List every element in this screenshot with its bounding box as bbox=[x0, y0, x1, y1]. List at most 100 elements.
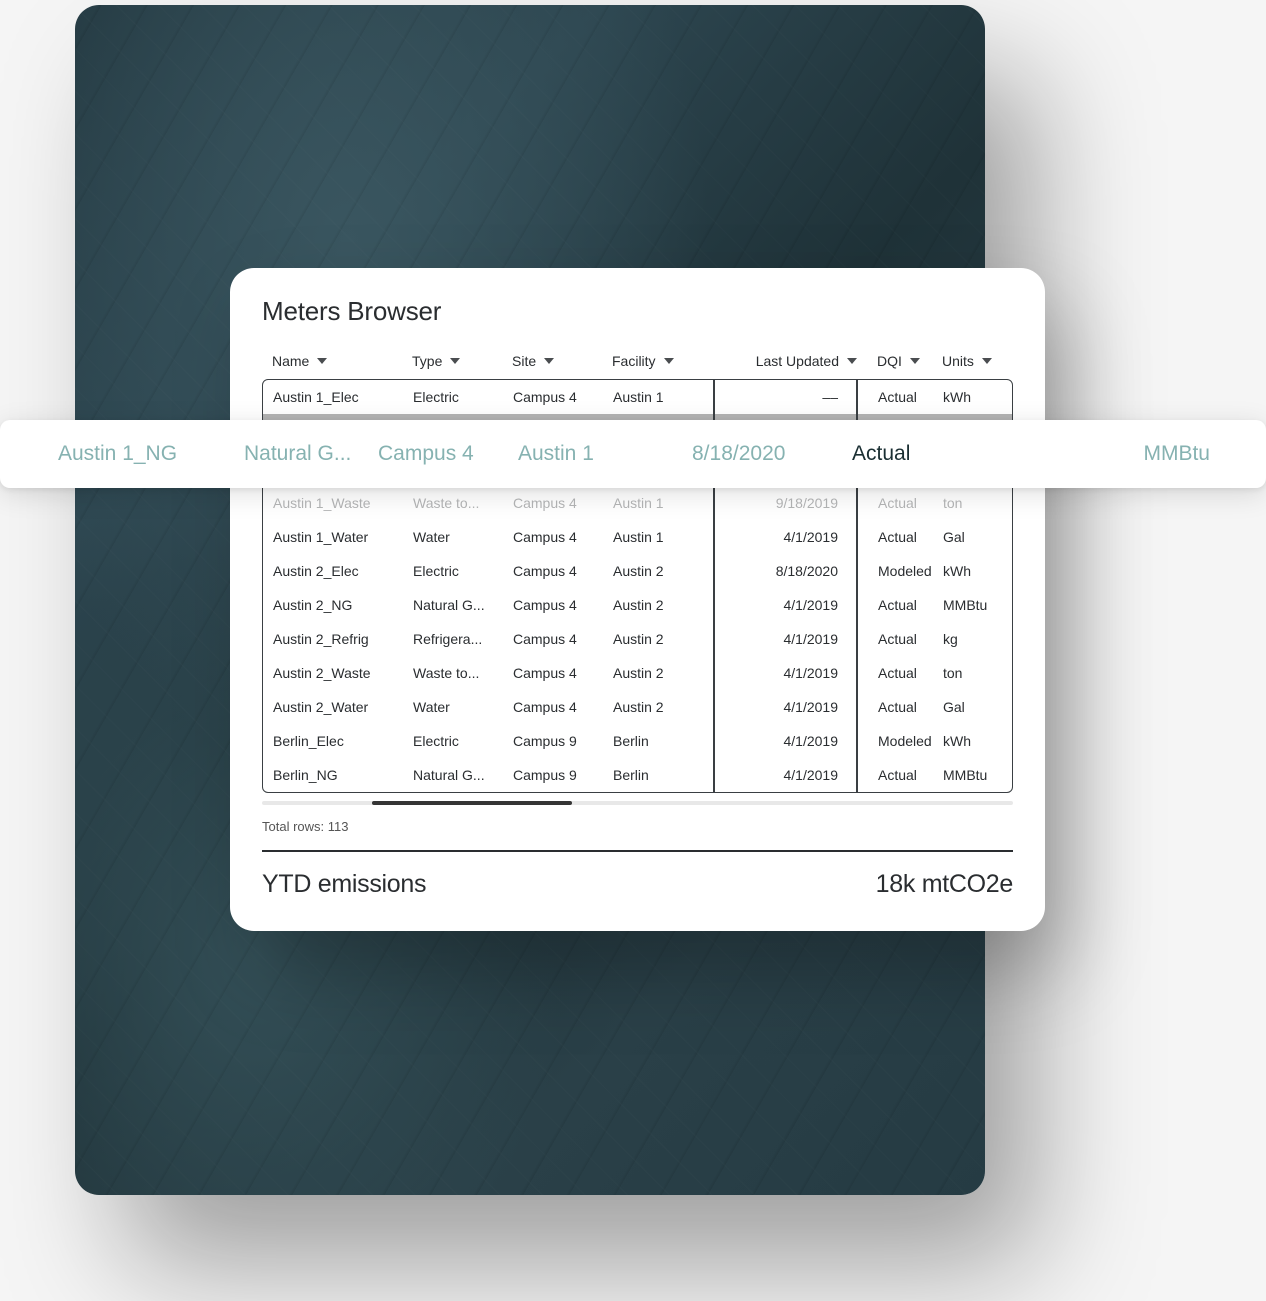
column-header-name[interactable]: Name bbox=[272, 353, 412, 369]
caret-down-icon bbox=[544, 358, 554, 364]
column-header-facility[interactable]: Facility bbox=[612, 353, 712, 369]
cell-name: Austin 2_Waste bbox=[273, 665, 413, 681]
column-header-units[interactable]: Units bbox=[942, 353, 1022, 369]
caret-down-icon bbox=[317, 358, 327, 364]
cell-units: kWh bbox=[943, 389, 1013, 405]
cell-units: kWh bbox=[943, 733, 1013, 749]
cell-dqi: Actual bbox=[858, 529, 943, 545]
cell-date: 4/1/2019 bbox=[713, 699, 858, 715]
cell-dqi: Actual bbox=[858, 495, 943, 511]
column-header-site[interactable]: Site bbox=[512, 353, 612, 369]
table-row[interactable]: Austin 2_NG Natural G... Campus 4 Austin… bbox=[263, 588, 1012, 622]
cell-facility: Austin 2 bbox=[613, 631, 713, 647]
cell-facility: Austin 2 bbox=[613, 665, 713, 681]
cell-site: Campus 4 bbox=[513, 665, 613, 681]
cell-name: Austin 1_Elec bbox=[273, 389, 413, 405]
highlight-site: Campus 4 bbox=[378, 442, 518, 466]
cell-dqi: Actual bbox=[858, 389, 943, 405]
cell-units: Gal bbox=[943, 699, 1013, 715]
cell-type: Water bbox=[413, 699, 513, 715]
caret-down-icon bbox=[910, 358, 920, 364]
highlight-units: MMBtu bbox=[962, 442, 1210, 466]
table-row[interactable]: Austin 1_Elec Electric Campus 4 Austin 1… bbox=[263, 380, 1012, 414]
column-label: Units bbox=[942, 353, 974, 369]
caret-down-icon bbox=[982, 358, 992, 364]
highlight-type: Natural G... bbox=[244, 442, 378, 466]
cell-type: Natural G... bbox=[413, 767, 513, 783]
column-label: DQI bbox=[877, 353, 902, 369]
cell-dqi: Actual bbox=[858, 631, 943, 647]
cell-dqi: Modeled bbox=[858, 563, 943, 579]
cell-type: Natural G... bbox=[413, 597, 513, 613]
cell-units: kg bbox=[943, 631, 1013, 647]
cell-name: Austin 2_Elec bbox=[273, 563, 413, 579]
table-row[interactable]: Austin 2_Refrig Refrigera... Campus 4 Au… bbox=[263, 622, 1012, 656]
cell-site: Campus 4 bbox=[513, 389, 613, 405]
cell-name: Austin 1_Waste bbox=[273, 495, 413, 511]
cell-date: 4/1/2019 bbox=[713, 665, 858, 681]
column-label: Name bbox=[272, 353, 309, 369]
cell-type: Electric bbox=[413, 733, 513, 749]
highlight-dqi: Actual bbox=[852, 442, 962, 466]
cell-site: Campus 9 bbox=[513, 767, 613, 783]
cell-type: Waste to... bbox=[413, 495, 513, 511]
cell-units: MMBtu bbox=[943, 767, 1013, 783]
highlighted-row-overlay[interactable]: Austin 1_NG Natural G... Campus 4 Austin… bbox=[0, 420, 1266, 488]
table-row[interactable]: Austin 1_Water Water Campus 4 Austin 1 4… bbox=[263, 520, 1012, 554]
cell-site: Campus 9 bbox=[513, 733, 613, 749]
cell-date: –– bbox=[713, 389, 858, 405]
column-header-last-updated[interactable]: Last Updated bbox=[712, 353, 857, 369]
column-header-dqi[interactable]: DQI bbox=[857, 353, 942, 369]
cell-dqi: Modeled bbox=[858, 733, 943, 749]
column-label: Facility bbox=[612, 353, 656, 369]
table-row[interactable]: Austin 2_Elec Electric Campus 4 Austin 2… bbox=[263, 554, 1012, 588]
table-row[interactable]: Berlin_NG Natural G... Campus 9 Berlin 4… bbox=[263, 758, 1012, 792]
cell-type: Electric bbox=[413, 563, 513, 579]
cell-type: Water bbox=[413, 529, 513, 545]
cell-facility: Austin 2 bbox=[613, 597, 713, 613]
cell-site: Campus 4 bbox=[513, 699, 613, 715]
footer-summary: YTD emissions 18k mtCO2e bbox=[262, 870, 1013, 899]
cell-date: 4/1/2019 bbox=[713, 733, 858, 749]
caret-down-icon bbox=[664, 358, 674, 364]
cell-date: 8/18/2020 bbox=[713, 563, 858, 579]
horizontal-scrollbar[interactable] bbox=[262, 801, 1013, 805]
column-header-type[interactable]: Type bbox=[412, 353, 512, 369]
cell-date: 4/1/2019 bbox=[713, 767, 858, 783]
caret-down-icon bbox=[450, 358, 460, 364]
cell-name: Austin 2_NG bbox=[273, 597, 413, 613]
cell-site: Campus 4 bbox=[513, 529, 613, 545]
column-label: Type bbox=[412, 353, 442, 369]
table-row[interactable]: Berlin_Elec Electric Campus 9 Berlin 4/1… bbox=[263, 724, 1012, 758]
cell-facility: Austin 2 bbox=[613, 563, 713, 579]
cell-date: 4/1/2019 bbox=[713, 597, 858, 613]
cell-facility: Austin 1 bbox=[613, 495, 713, 511]
cell-type: Electric bbox=[413, 389, 513, 405]
cell-units: ton bbox=[943, 495, 1013, 511]
cell-dqi: Actual bbox=[858, 767, 943, 783]
table-row[interactable]: Austin 2_Water Water Campus 4 Austin 2 4… bbox=[263, 690, 1012, 724]
table-row[interactable]: Austin 1_Waste Waste to... Campus 4 Aust… bbox=[263, 486, 1012, 520]
highlight-date: 8/18/2020 bbox=[692, 442, 852, 466]
column-label: Last Updated bbox=[756, 353, 839, 369]
cell-facility: Austin 1 bbox=[613, 529, 713, 545]
cell-name: Austin 1_Water bbox=[273, 529, 413, 545]
cell-units: ton bbox=[943, 665, 1013, 681]
cell-date: 9/18/2019 bbox=[713, 495, 858, 511]
column-label: Site bbox=[512, 353, 536, 369]
cell-dqi: Actual bbox=[858, 597, 943, 613]
cell-facility: Austin 1 bbox=[613, 389, 713, 405]
cell-units: MMBtu bbox=[943, 597, 1013, 613]
divider bbox=[262, 850, 1013, 852]
cell-site: Campus 4 bbox=[513, 495, 613, 511]
table-row[interactable]: Austin 2_Waste Waste to... Campus 4 Aust… bbox=[263, 656, 1012, 690]
cell-site: Campus 4 bbox=[513, 597, 613, 613]
cell-type: Refrigera... bbox=[413, 631, 513, 647]
highlight-name: Austin 1_NG bbox=[58, 442, 244, 466]
ytd-emissions-label: YTD emissions bbox=[262, 870, 426, 899]
cell-units: kWh bbox=[943, 563, 1013, 579]
scrollbar-thumb[interactable] bbox=[372, 801, 572, 805]
cell-dqi: Actual bbox=[858, 665, 943, 681]
cell-name: Berlin_NG bbox=[273, 767, 413, 783]
caret-down-icon bbox=[847, 358, 857, 364]
